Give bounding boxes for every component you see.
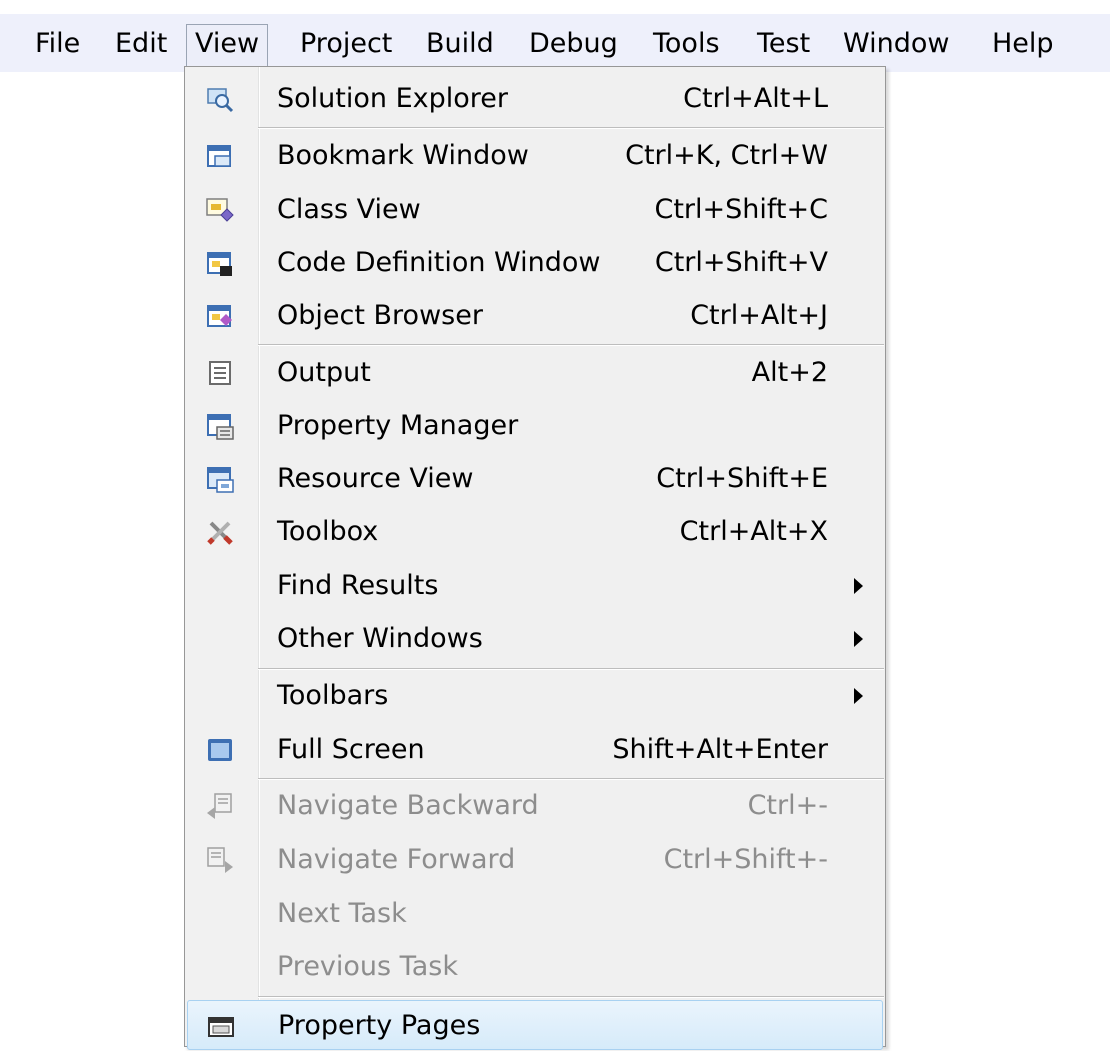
code-definition-icon	[207, 252, 232, 276]
menu-help[interactable]: Help	[983, 24, 1063, 64]
full-screen-icon	[208, 739, 232, 761]
property-pages-icon	[208, 1017, 234, 1037]
output-icon	[209, 361, 231, 385]
menu-item-label: Other Windows	[277, 623, 483, 654]
submenu-arrow-icon	[854, 578, 863, 594]
menu-debug[interactable]: Debug	[520, 24, 627, 64]
menu-view[interactable]: View	[186, 24, 269, 72]
menu-edit[interactable]: Edit	[106, 24, 176, 64]
menu-item-object-browser[interactable]: Object Browser Ctrl+Alt+J	[187, 290, 883, 342]
menu-item-label: Bookmark Window	[277, 140, 529, 171]
resource-view-icon	[207, 467, 234, 493]
menu-item-label: Resource View	[277, 463, 474, 494]
navigate-forward-icon	[207, 847, 233, 873]
menu-tools[interactable]: Tools	[644, 24, 729, 64]
menu-item-shortcut: Ctrl+Shift+E	[656, 463, 828, 494]
menu-item-shortcut: Ctrl+Shift+C	[654, 194, 828, 225]
menu-item-label: Next Task	[277, 898, 407, 929]
bookmark-window-icon	[207, 145, 231, 167]
property-manager-icon	[207, 414, 234, 440]
menu-separator	[258, 344, 884, 346]
menu-item-find-results[interactable]: Find Results	[187, 560, 883, 612]
menu-item-shortcut: Ctrl+Alt+J	[690, 300, 828, 331]
menu-item-label: Navigate Backward	[277, 790, 539, 821]
menu-separator	[258, 127, 884, 129]
menu-item-resource-view[interactable]: Resource View Ctrl+Shift+E	[187, 453, 883, 505]
menu-item-label: Solution Explorer	[277, 83, 508, 114]
menu-build[interactable]: Build	[417, 24, 503, 64]
menu-item-navigate-forward[interactable]: Navigate Forward Ctrl+Shift+-	[187, 834, 883, 886]
menu-item-output[interactable]: Output Alt+2	[187, 347, 883, 399]
menu-item-label: Toolbars	[277, 680, 389, 711]
submenu-arrow-icon	[854, 688, 863, 704]
menu-item-shortcut: Ctrl+Shift+V	[654, 247, 828, 278]
object-browser-icon	[207, 305, 232, 327]
menu-item-solution-explorer[interactable]: Solution Explorer Ctrl+Alt+L	[187, 73, 883, 125]
menu-item-other-windows[interactable]: Other Windows	[187, 613, 883, 665]
menu-item-label: Output	[277, 357, 371, 388]
menu-item-class-view[interactable]: Class View Ctrl+Shift+C	[187, 184, 883, 236]
menu-item-shortcut: Ctrl+K, Ctrl+W	[625, 140, 828, 171]
menu-window[interactable]: Window	[834, 24, 958, 64]
menu-project[interactable]: Project	[291, 24, 401, 64]
menu-item-shortcut: Shift+Alt+Enter	[612, 734, 828, 765]
menu-item-label: Code Definition Window	[277, 247, 601, 278]
submenu-arrow-icon	[854, 631, 863, 647]
menu-bar: File Edit View Project Build Debug Tools…	[0, 14, 1110, 72]
toolbox-icon	[207, 521, 233, 545]
view-menu-dropdown: Solution Explorer Ctrl+Alt+L Bookmark Wi…	[184, 66, 886, 1050]
menu-item-label: Find Results	[277, 570, 439, 601]
menu-item-shortcut: Alt+2	[751, 357, 828, 388]
menu-item-full-screen[interactable]: Full Screen Shift+Alt+Enter	[187, 724, 883, 776]
menu-item-shortcut: Ctrl+Shift+-	[663, 844, 828, 875]
menu-item-toolbars[interactable]: Toolbars	[187, 670, 883, 722]
menu-item-property-manager[interactable]: Property Manager	[187, 400, 883, 452]
menu-item-label: Full Screen	[277, 734, 425, 765]
class-view-icon	[206, 198, 234, 222]
menu-item-bookmark-window[interactable]: Bookmark Window Ctrl+K, Ctrl+W	[187, 130, 883, 182]
menu-separator	[258, 996, 884, 998]
menu-item-label: Property Pages	[278, 1010, 481, 1041]
navigate-backward-icon	[207, 793, 232, 819]
menu-item-label: Navigate Forward	[277, 844, 516, 875]
menu-item-label: Property Manager	[277, 410, 519, 441]
menu-item-shortcut: Ctrl+Alt+L	[683, 83, 828, 114]
menu-item-toolbox[interactable]: Toolbox Ctrl+Alt+X	[187, 506, 883, 558]
menu-item-shortcut: Ctrl+Alt+X	[679, 516, 828, 547]
menu-file[interactable]: File	[26, 24, 89, 64]
menu-item-shortcut: Ctrl+-	[747, 790, 828, 821]
menu-item-navigate-backward[interactable]: Navigate Backward Ctrl+-	[187, 780, 883, 832]
menu-test[interactable]: Test	[748, 24, 819, 64]
solution-explorer-icon	[207, 88, 234, 113]
menu-item-label: Previous Task	[277, 951, 458, 982]
menu-item-property-pages[interactable]: Property Pages	[187, 1000, 883, 1050]
menu-item-previous-task[interactable]: Previous Task	[187, 941, 883, 993]
menu-item-label: Class View	[277, 194, 421, 225]
menu-item-label: Object Browser	[277, 300, 483, 331]
menu-item-label: Toolbox	[277, 516, 379, 547]
menu-item-code-definition-window[interactable]: Code Definition Window Ctrl+Shift+V	[187, 237, 883, 289]
menu-item-next-task[interactable]: Next Task	[187, 888, 883, 940]
